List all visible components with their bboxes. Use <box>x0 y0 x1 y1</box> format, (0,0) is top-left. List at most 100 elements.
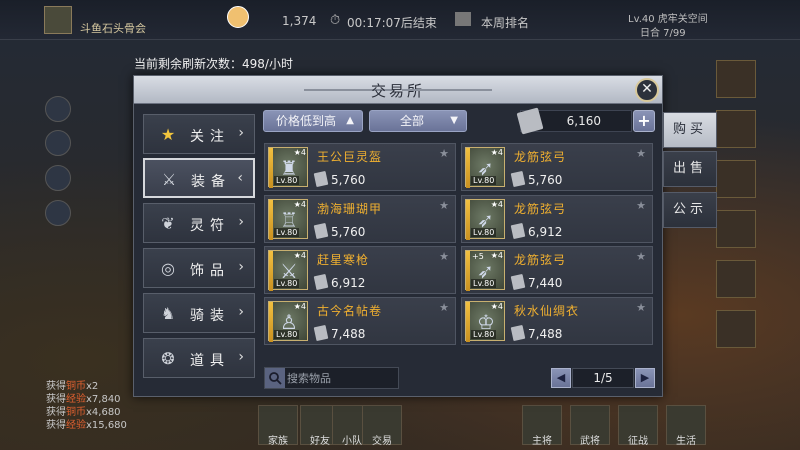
close-button[interactable]: ✕ <box>635 78 659 102</box>
item-level: Lv.80 <box>471 279 497 288</box>
player-avatar[interactable] <box>227 6 249 28</box>
item-card[interactable]: ➶ ★4 Lv.80 龙筋弦弓 ★ 6,912 <box>461 195 653 243</box>
bottom-menu-button[interactable]: 主将 <box>522 405 562 447</box>
category-tab-accessory[interactable]: ◎ 饰品 › <box>143 248 255 288</box>
chevron-right-icon: › <box>238 259 244 275</box>
panel-title: 交易所 <box>370 82 425 100</box>
item-level: Lv.80 <box>471 176 497 185</box>
favorite-star-icon[interactable]: ★ <box>439 147 449 160</box>
item-name: 赶星寒枪 <box>317 253 370 267</box>
clock-icon: ⏱ <box>330 13 341 28</box>
item-level: Lv.80 <box>471 330 497 339</box>
favorite-star-icon[interactable]: ★ <box>636 199 646 212</box>
item-card[interactable]: ⚔ ★4 Lv.80 赶星寒枪 ★ 6,912 <box>264 246 456 294</box>
silver-ticket-icon <box>510 273 526 291</box>
bottom-menu-button[interactable]: 征战 <box>618 405 658 447</box>
search-icon[interactable] <box>265 368 285 388</box>
favorite-star-icon[interactable]: ★ <box>636 301 646 314</box>
silver-ticket-icon <box>510 170 526 188</box>
favorite-star-icon[interactable]: ★ <box>636 147 646 160</box>
item-level: Lv.80 <box>274 176 300 185</box>
category-tab-items[interactable]: ❂ 道具 › <box>143 338 255 378</box>
silver-ticket-icon <box>510 222 526 240</box>
category-tab-talisman[interactable]: ❦ 灵符 › <box>143 203 255 243</box>
item-price: 5,760 <box>331 225 366 239</box>
event-timer: 00:17:07后结束 <box>347 16 437 30</box>
side-menu-icon[interactable] <box>45 165 71 191</box>
category-tab-equipment[interactable]: ⚔ 装备 ‹ <box>143 158 255 198</box>
title-divider <box>402 89 492 91</box>
search-box <box>264 367 399 389</box>
team-portrait[interactable] <box>716 110 756 148</box>
item-level: Lv.80 <box>471 228 497 237</box>
silver-ticket-icon <box>313 324 329 342</box>
star-rating: ★4 <box>490 251 503 260</box>
team-portrait[interactable] <box>716 260 756 298</box>
rarity-bar <box>269 302 273 342</box>
favorite-star-icon[interactable]: ★ <box>439 199 449 212</box>
bottom-menu-button[interactable]: 武将 <box>570 405 610 447</box>
level-sub-info: 日合 7/99 <box>640 28 686 39</box>
item-price: 6,912 <box>331 276 366 290</box>
side-menu-icon[interactable] <box>45 96 71 122</box>
item-card[interactable]: ➶ ★4 Lv.80 龙筋弦弓 ★ 5,760 <box>461 143 653 191</box>
item-card[interactable]: ♜ ★4 Lv.80 王公巨灵盔 ★ 5,760 <box>264 143 456 191</box>
tab-buy[interactable]: 购买 <box>663 112 717 148</box>
bottom-menu-button[interactable]: 生活 <box>666 405 706 447</box>
rarity-bar <box>466 251 470 291</box>
bottom-menu-button[interactable]: 家族 <box>258 405 298 447</box>
team-portrait[interactable] <box>716 210 756 248</box>
star-rating: ★4 <box>490 200 503 209</box>
item-price: 7,488 <box>528 327 563 341</box>
silver-ticket-icon <box>516 107 544 135</box>
favorite-star-icon[interactable]: ★ <box>439 250 449 263</box>
mount-gear-icon: ♞ <box>160 304 176 323</box>
add-currency-button[interactable]: + <box>633 110 655 132</box>
category-label: 饰品 <box>190 263 230 279</box>
star-icon: ★ <box>160 125 176 144</box>
top-hud-bar: 斗鱼石头骨会 1,374 ⏱ 00:17:07后结束 本周排名 Lv.40 虎牢… <box>0 0 800 40</box>
sort-dropdown[interactable]: 价格低到高 ▲ <box>263 110 363 132</box>
bottom-menu-button[interactable]: 交易 <box>362 405 402 447</box>
item-thumbnail: ➶ ★4 Lv.80 <box>465 199 505 240</box>
guild-avatar[interactable] <box>44 6 72 34</box>
star-rating: ★4 <box>293 251 306 260</box>
favorite-star-icon[interactable]: ★ <box>439 301 449 314</box>
item-card[interactable]: ➶ +5 ★4 Lv.80 龙筋弦弓 ★ 7,440 <box>461 246 653 294</box>
item-card[interactable]: ♔ ★4 Lv.80 秋水仙绸衣 ★ 7,488 <box>461 297 653 345</box>
side-menu-icon[interactable] <box>45 200 71 226</box>
category-tab-follow[interactable]: ★ 关注 › <box>143 114 255 154</box>
item-card[interactable]: ♙ ★4 Lv.80 古今名帖卷 ★ 7,488 <box>264 297 456 345</box>
power-value: 1,374 <box>282 14 317 28</box>
search-input[interactable] <box>287 369 397 387</box>
category-label: 关注 <box>190 129 230 145</box>
sort-label: 价格低到高 <box>276 114 337 128</box>
guild-name: 斗鱼石头骨会 <box>80 22 146 35</box>
prev-page-button[interactable]: ◀ <box>551 368 571 388</box>
type-dropdown[interactable]: 全部 ▼ <box>369 110 467 132</box>
currency-display: 6,160 <box>516 107 632 135</box>
item-price: 7,440 <box>528 276 563 290</box>
item-thumbnail: ♜ ★4 Lv.80 <box>268 147 308 188</box>
category-tab-mount-gear[interactable]: ♞ 骑装 › <box>143 293 255 333</box>
star-rating: ★4 <box>490 148 503 157</box>
category-label: 骑装 <box>190 308 230 324</box>
next-page-button[interactable]: ▶ <box>635 368 655 388</box>
side-menu-icon[interactable] <box>45 130 71 156</box>
team-portrait[interactable] <box>716 310 756 348</box>
weekly-rank-link[interactable]: 本周排名 <box>481 14 529 31</box>
rarity-bar <box>269 148 273 188</box>
item-name: 龙筋弦弓 <box>514 202 567 216</box>
chevron-right-icon: › <box>238 349 244 365</box>
star-rating: ★4 <box>490 302 503 311</box>
favorite-star-icon[interactable]: ★ <box>636 250 646 263</box>
category-label: 灵符 <box>190 218 230 234</box>
armor-icon: ⚔ <box>161 170 177 189</box>
chevron-right-icon: › <box>238 214 244 230</box>
item-price: 5,760 <box>528 173 563 187</box>
item-card[interactable]: ♖ ★4 Lv.80 渤海珊瑚甲 ★ 5,760 <box>264 195 456 243</box>
team-portrait[interactable] <box>716 60 756 98</box>
team-portrait[interactable] <box>716 160 756 198</box>
tab-sell[interactable]: 出售 <box>663 151 717 187</box>
tab-announcement[interactable]: 公示 <box>663 192 717 228</box>
